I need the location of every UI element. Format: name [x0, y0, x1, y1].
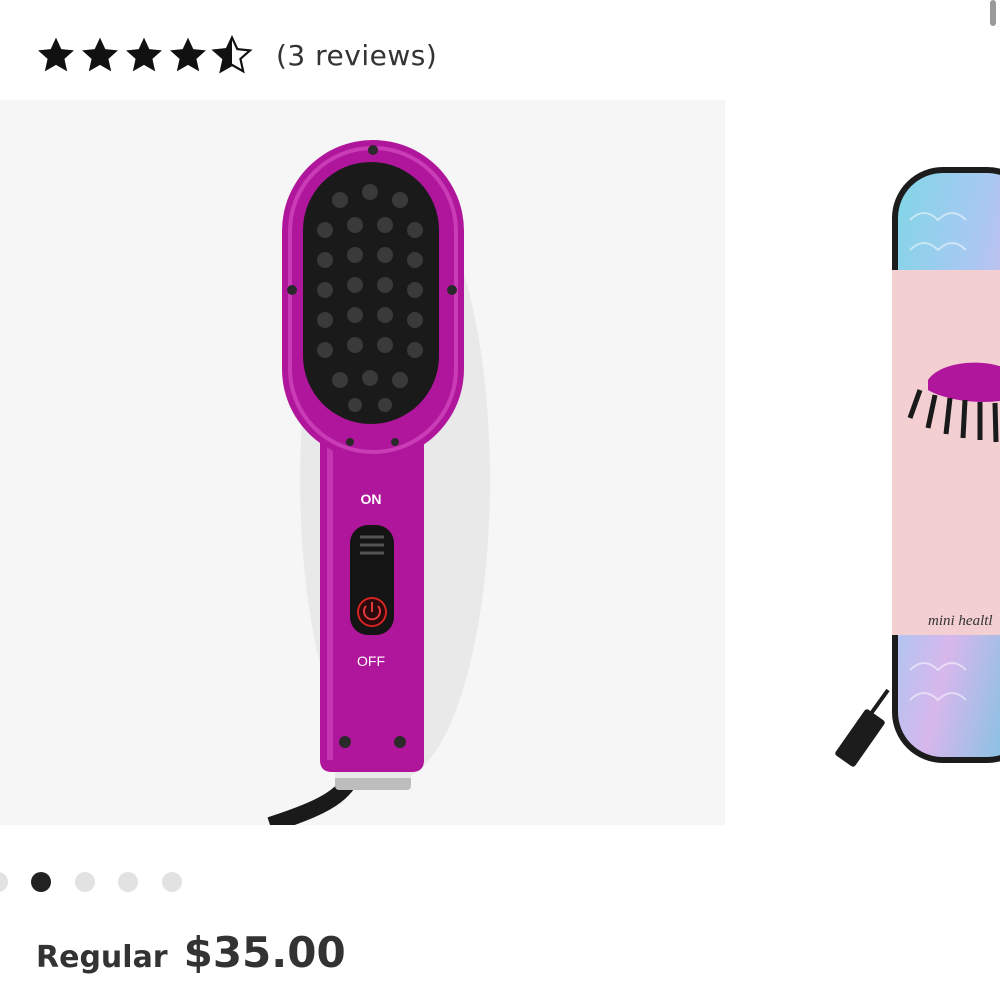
star-full-icon [78, 33, 122, 77]
rating-row[interactable]: (3 reviews) [34, 30, 437, 80]
carousel-dot-3[interactable] [75, 872, 95, 892]
travel-case-image[interactable]: mini healtl [770, 100, 1000, 825]
star-half-icon [210, 33, 254, 77]
carousel-dot-4[interactable] [118, 872, 138, 892]
star-full-icon [34, 33, 78, 77]
star-full-icon [166, 33, 210, 77]
switch-off-label: OFF [357, 653, 385, 669]
carousel-dot-1[interactable] [0, 872, 8, 892]
product-image-carousel[interactable]: ON OFF mini healtl [0, 100, 1000, 825]
price-value: $35.00 [183, 928, 346, 977]
product-page: (3 reviews) ON OFF mini healtl Regular $… [0, 0, 1000, 1000]
star-rating [34, 33, 254, 77]
carousel-dot-2[interactable] [31, 872, 51, 892]
switch-on-label: ON [361, 491, 382, 507]
scrollbar[interactable] [990, 0, 996, 26]
star-full-icon [122, 33, 166, 77]
carousel-pagination [0, 872, 300, 894]
price-label: Regular [36, 940, 168, 975]
carousel-dot-5[interactable] [162, 872, 182, 892]
straightening-brush-image[interactable]: ON OFF [0, 100, 725, 825]
price-row: Regular $35.00 [36, 928, 346, 977]
reviews-count-link[interactable]: (3 reviews) [276, 39, 437, 72]
case-caption: mini healtl [928, 613, 993, 629]
